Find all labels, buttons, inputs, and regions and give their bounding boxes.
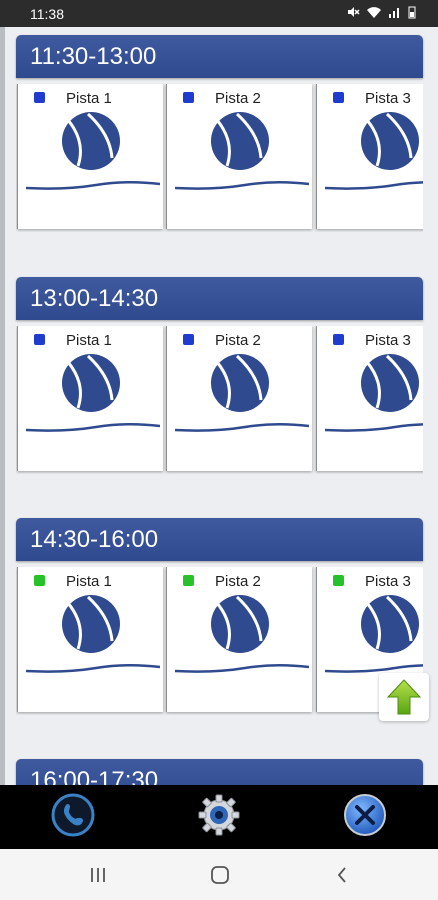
time-slot: 14:30-16:00 Pista 1 Pista 2 Pista 3	[16, 518, 423, 715]
tennis-ball-logo	[58, 352, 124, 419]
court-swoosh-icon	[25, 663, 161, 673]
home-button[interactable]	[205, 862, 235, 888]
back-icon	[337, 867, 346, 883]
court-card[interactable]: Pista 3	[316, 326, 423, 471]
court-card[interactable]: Pista 1	[17, 84, 163, 229]
tennis-ball-logo	[357, 593, 423, 660]
time-slot-header: 14:30-16:00	[16, 518, 423, 561]
availability-indicator	[183, 334, 194, 345]
court-swoosh-icon	[174, 663, 310, 673]
close-icon	[344, 794, 386, 836]
signal-icon	[389, 8, 399, 18]
court-label: Pista 2	[215, 332, 261, 349]
time-slot-header: 16:00-17:30	[16, 759, 423, 785]
time-slot: 11:30-13:00 Pista 1 Pista 2 Pista 3	[16, 35, 423, 232]
time-slot-header: 11:30-13:00	[16, 35, 423, 78]
tennis-ball-logo	[58, 110, 124, 177]
availability-indicator	[34, 334, 45, 345]
time-slot: 16:00-17:30	[16, 759, 423, 785]
court-swoosh	[25, 178, 161, 197]
time-slot: 13:00-14:30 Pista 1 Pista 2 Pista 3	[16, 277, 423, 474]
phone-icon	[51, 793, 95, 837]
availability-indicator	[34, 575, 45, 586]
availability-indicator	[333, 334, 344, 345]
scroll-edge	[0, 27, 5, 785]
court-label: Pista 1	[66, 90, 112, 107]
court-swoosh	[174, 178, 310, 197]
court-label: Pista 2	[215, 573, 261, 590]
courts-row: Pista 1 Pista 2 Pista 3	[16, 84, 423, 232]
court-card[interactable]: Pista 1	[17, 567, 163, 712]
recents-icon	[91, 868, 105, 882]
tennis-ball-logo	[357, 352, 423, 419]
court-card[interactable]: Pista 1	[17, 326, 163, 471]
court-swoosh	[25, 661, 161, 680]
status-icons	[346, 5, 416, 19]
tennis-ball-logo	[207, 352, 273, 419]
tennis-ball-icon	[361, 595, 419, 653]
settings-button[interactable]	[195, 790, 243, 840]
courts-row: Pista 1 Pista 2 Pista 3	[16, 326, 423, 474]
court-swoosh	[174, 420, 310, 439]
bottom-toolbar	[0, 785, 438, 849]
court-card[interactable]: Pista 2	[166, 567, 312, 712]
court-label: Pista 1	[66, 332, 112, 349]
court-swoosh-icon	[174, 180, 310, 190]
court-swoosh	[324, 420, 423, 439]
call-button[interactable]	[49, 790, 97, 840]
battery-icon	[408, 6, 416, 19]
court-swoosh	[324, 178, 423, 197]
courts-row: Pista 1 Pista 2 Pista 3	[16, 567, 423, 715]
status-bar: 11:38	[0, 0, 438, 27]
court-swoosh-icon	[174, 422, 310, 432]
status-time: 11:38	[30, 6, 64, 22]
court-swoosh-icon	[324, 423, 423, 432]
schedule-list[interactable]: 11:30-13:00 Pista 1 Pista 2 Pista 3 13:00-14…	[0, 27, 438, 785]
court-label: Pista 2	[215, 90, 261, 107]
home-icon	[211, 866, 229, 884]
court-swoosh	[174, 661, 310, 680]
exit-button[interactable]	[341, 790, 389, 840]
court-card[interactable]: Pista 3	[316, 84, 423, 229]
court-swoosh-icon	[25, 422, 161, 432]
court-label: Pista 3	[365, 332, 411, 349]
court-swoosh-icon	[324, 181, 423, 190]
tennis-ball-icon	[211, 595, 269, 653]
mute-icon	[348, 7, 360, 17]
wifi-icon	[367, 7, 381, 18]
availability-indicator	[183, 92, 194, 103]
court-card[interactable]: Pista 2	[166, 326, 312, 471]
arrow-up-icon	[386, 679, 422, 715]
tennis-ball-logo	[207, 593, 273, 660]
recents-button[interactable]	[83, 862, 113, 888]
court-swoosh-icon	[25, 180, 161, 190]
court-card[interactable]: Pista 2	[166, 84, 312, 229]
court-swoosh	[25, 420, 161, 439]
availability-indicator	[34, 92, 45, 103]
court-label: Pista 3	[365, 573, 411, 590]
tennis-ball-logo	[207, 110, 273, 177]
time-slot-header: 13:00-14:30	[16, 277, 423, 320]
system-navigation-bar	[0, 849, 438, 900]
tennis-ball-icon	[62, 595, 120, 653]
court-label: Pista 3	[365, 90, 411, 107]
tennis-ball-icon	[211, 112, 269, 170]
tennis-ball-icon	[361, 354, 419, 412]
availability-indicator	[333, 92, 344, 103]
availability-indicator	[333, 575, 344, 586]
scroll-to-top-button[interactable]	[379, 673, 429, 721]
tennis-ball-logo	[357, 110, 423, 177]
tennis-ball-icon	[361, 112, 419, 170]
tennis-ball-icon	[62, 354, 120, 412]
settings-icon	[198, 794, 240, 836]
tennis-ball-logo	[58, 593, 124, 660]
availability-indicator	[183, 575, 194, 586]
tennis-ball-icon	[62, 112, 120, 170]
court-label: Pista 1	[66, 573, 112, 590]
back-button[interactable]	[327, 862, 357, 888]
tennis-ball-icon	[211, 354, 269, 412]
